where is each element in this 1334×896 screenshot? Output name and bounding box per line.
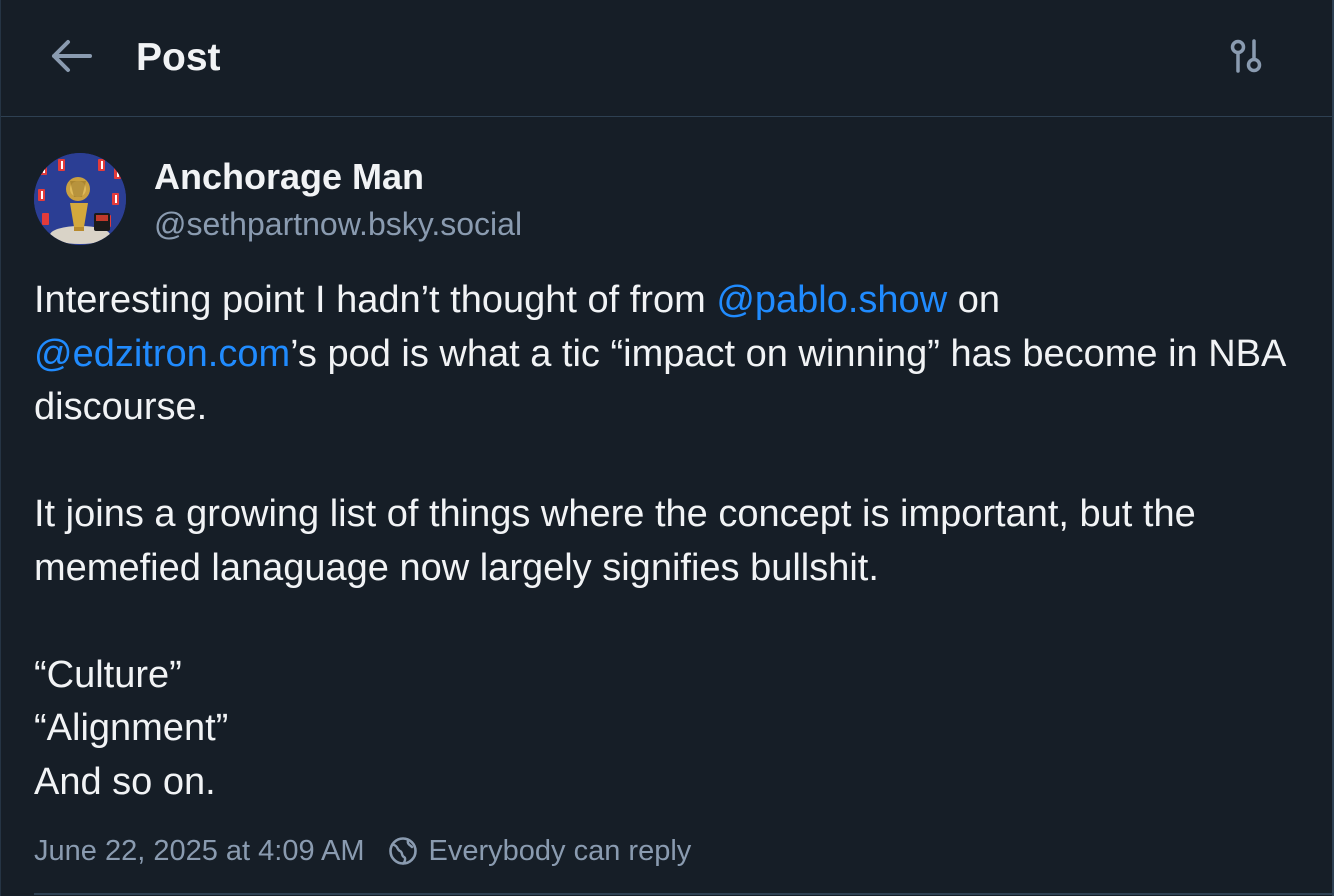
post-text-segment: Interesting point I hadn’t thought of fr… (34, 279, 717, 321)
avatar-trophy-image (34, 153, 126, 245)
post-author: Anchorage Man @sethpartnow.bsky.social (34, 153, 522, 247)
post-line-alignment: “Alignment” (34, 707, 229, 749)
author-handle[interactable]: @sethpartnow.bsky.social (154, 201, 522, 247)
post-text: Interesting point I hadn’t thought of fr… (34, 274, 1304, 809)
post-text-segment: on (947, 279, 1000, 321)
mention-link[interactable]: @pablo.show (716, 279, 947, 321)
post-line-and-so-on: And so on. (34, 760, 216, 803)
post-meta: June 22, 2025 at 4:09 AM Everybody can r… (34, 830, 691, 872)
avatar[interactable] (34, 153, 126, 245)
globe-icon (387, 835, 419, 867)
sliders-icon (1230, 38, 1264, 79)
arrow-left-icon (50, 38, 94, 79)
page-title: Post (136, 36, 221, 79)
thread-settings-button[interactable] (1223, 36, 1271, 80)
post-paragraph-2: It joins a growing list of things where … (34, 493, 1196, 589)
post-paragraph-1: Interesting point I hadn’t thought of fr… (34, 274, 1304, 435)
author-display-name[interactable]: Anchorage Man (154, 153, 522, 201)
post-timestamp[interactable]: June 22, 2025 at 4:09 AM (34, 835, 365, 868)
author-info: Anchorage Man @sethpartnow.bsky.social (154, 153, 522, 247)
reply-setting-label: Everybody can reply (428, 834, 692, 867)
top-bar: Post (1, 0, 1332, 117)
post-thread-screen: Post Anchorage Man @sethpartnow.bsky.soc… (0, 0, 1334, 896)
mention-link[interactable]: @edzitron.com (34, 333, 290, 375)
divider (34, 893, 1332, 895)
reply-setting[interactable]: Everybody can reply (387, 834, 692, 868)
post-line-culture: “Culture” (34, 653, 182, 696)
back-button[interactable] (47, 36, 97, 80)
